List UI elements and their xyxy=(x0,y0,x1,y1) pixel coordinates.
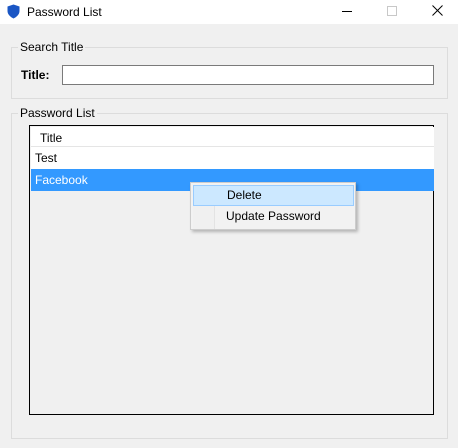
menu-item-delete[interactable]: Delete xyxy=(193,185,354,206)
title-label: Title: xyxy=(21,68,50,82)
menu-item-update-password[interactable]: Update Password xyxy=(193,207,354,228)
column-header-title[interactable]: Title xyxy=(40,131,62,145)
context-menu: Delete Update Password xyxy=(190,182,356,230)
minimize-icon xyxy=(342,5,352,19)
shield-icon xyxy=(7,4,20,19)
search-title-legend: Search Title xyxy=(18,40,86,54)
maximize-button[interactable] xyxy=(369,0,415,24)
maximize-icon xyxy=(387,5,397,19)
title-search-input[interactable] xyxy=(62,65,434,85)
password-list-legend: Password List xyxy=(18,106,97,120)
list-item[interactable]: Test xyxy=(31,147,434,169)
password-list-window: Password List Search Title Title: Passwo… xyxy=(0,0,458,448)
title-bar[interactable]: Password List xyxy=(0,0,458,24)
close-icon xyxy=(431,5,443,19)
minimize-button[interactable] xyxy=(324,0,370,24)
close-button[interactable] xyxy=(414,0,458,24)
listview-header: Title xyxy=(31,127,434,147)
window-title: Password List xyxy=(27,5,102,19)
password-listview[interactable]: Title Test Facebook xyxy=(29,125,434,415)
